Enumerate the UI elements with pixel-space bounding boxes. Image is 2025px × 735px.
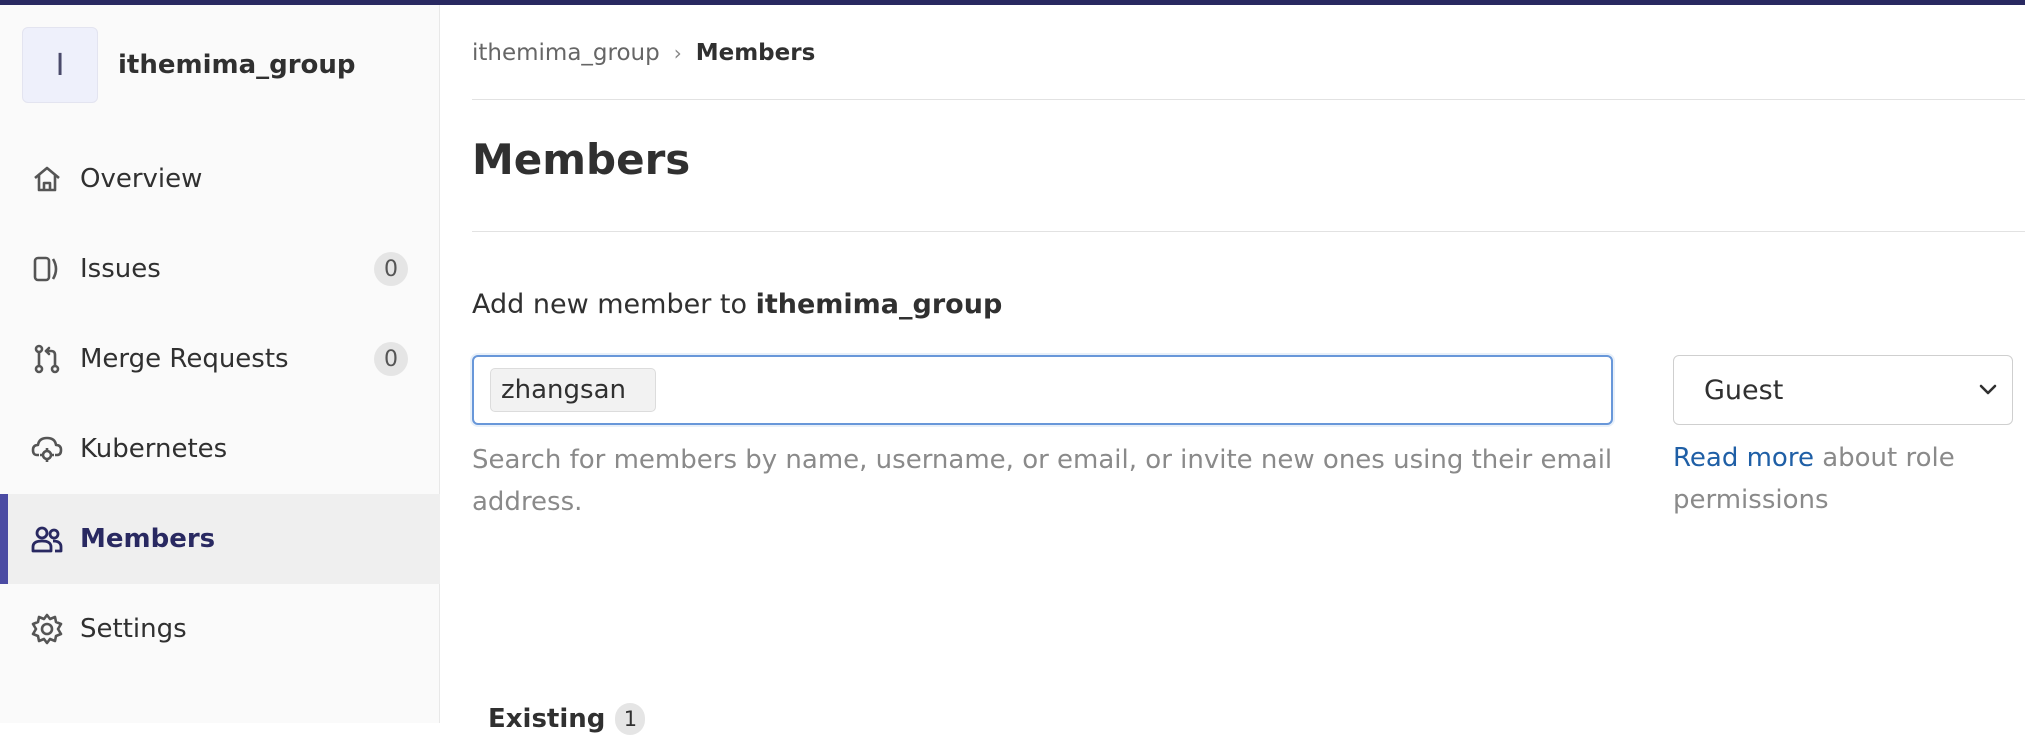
tab-existing[interactable]: Existing 1 [488,703,646,735]
group-header[interactable]: I ithemima_group [22,27,356,103]
add-member-heading-group: ithemima_group [755,289,1003,320]
sidebar-item-overview[interactable]: Overview [0,134,440,224]
breadcrumb: ithemima_group › Members [472,40,815,66]
role-select[interactable]: Guest [1673,355,2013,425]
member-search-input[interactable]: zhangsan [472,355,1613,425]
page-title: Members [472,135,691,184]
role-select-value: Guest [1704,374,1784,406]
selected-user-token[interactable]: zhangsan [490,368,656,412]
member-search-help: Search for members by name, username, or… [472,445,1613,517]
sidebar-item-kubernetes[interactable]: Kubernetes [0,404,440,494]
home-icon [30,162,64,196]
merge-request-icon [30,342,64,376]
tab-existing-label: Existing [488,704,606,734]
main-content: ithemima_group › Members Members Add new… [472,5,2025,735]
divider [472,231,2025,232]
sidebar-item-settings[interactable]: Settings [0,584,440,674]
read-more-link[interactable]: Read more [1673,443,1814,473]
role-help: Read more about role permissions [1673,437,2013,521]
sidebar-item-issues[interactable]: Issues 0 [0,224,440,314]
breadcrumb-current[interactable]: Members [696,40,816,66]
cloud-gear-icon [30,432,64,466]
issues-icon [30,252,64,286]
group-avatar[interactable]: I [22,27,98,103]
sidebar-item-label: Members [80,524,216,554]
gear-icon [30,612,64,646]
users-icon [30,522,64,556]
sidebar-item-label: Merge Requests [80,344,289,374]
divider [472,99,2025,100]
add-member-heading-prefix: Add new member to [472,289,756,320]
sidebar-item-merge-requests[interactable]: Merge Requests 0 [0,314,440,404]
merge-requests-count-badge: 0 [374,342,408,376]
sidebar-item-label: Settings [80,614,187,644]
sidebar-item-label: Issues [80,254,161,284]
breadcrumb-group-link[interactable]: ithemima_group [472,40,660,66]
sidebar-item-label: Overview [80,164,203,194]
sidebar: I ithemima_group Overview Issues 0 Merge… [0,5,440,723]
chevron-right-icon: › [673,41,682,65]
issues-count-badge: 0 [374,252,408,286]
group-name[interactable]: ithemima_group [118,50,356,80]
add-member-heading: Add new member to ithemima_group [472,289,1002,320]
chevron-down-icon [1979,384,1997,395]
existing-count-badge: 1 [615,703,646,735]
sidebar-item-members[interactable]: Members [0,494,440,584]
sidebar-item-label: Kubernetes [80,434,228,464]
